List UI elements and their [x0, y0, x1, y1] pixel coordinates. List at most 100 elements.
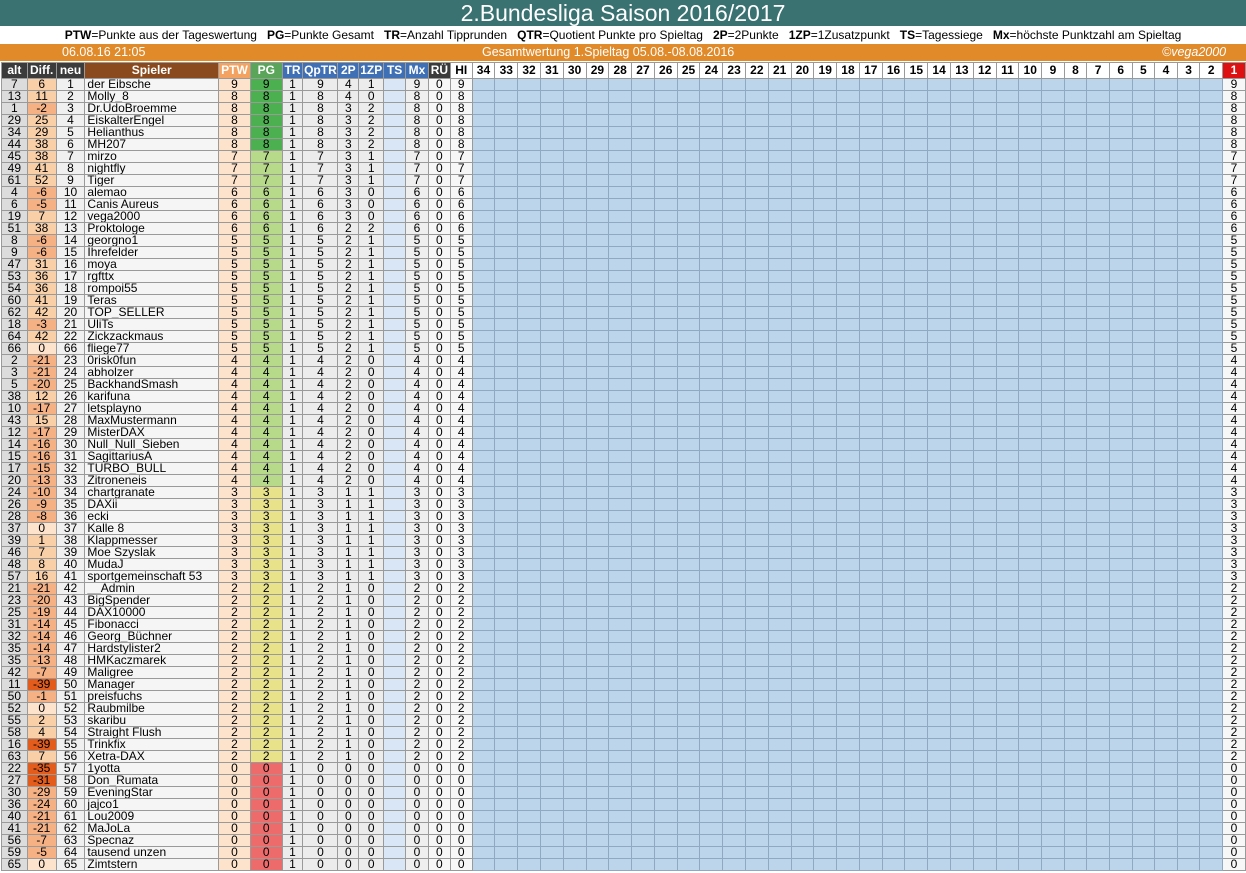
day-points-cell — [471, 810, 496, 823]
two-points-cell: 3 — [337, 198, 360, 211]
column-header-day-10: 10 — [1018, 62, 1043, 79]
day-points-cell — [950, 510, 974, 523]
day-points-cell — [1041, 222, 1065, 235]
day-points-cell — [585, 126, 610, 139]
points-day-cell: 3 — [218, 546, 251, 559]
day-points-cell — [676, 150, 701, 163]
day-points-cell — [858, 774, 883, 787]
day-points-cell — [1176, 438, 1201, 451]
day-points-cell — [927, 762, 951, 775]
rank-old-cell: 60 — [1, 294, 28, 307]
rank-new-cell: 27 — [55, 402, 86, 415]
day-points-cell — [950, 366, 974, 379]
points-total-cell: 6 — [249, 222, 283, 235]
day-points-cell — [585, 426, 610, 439]
day-points-cell — [517, 558, 541, 571]
day-points-cell — [813, 774, 838, 787]
rank-new-cell: 22 — [55, 330, 86, 343]
max-points-cell: 0 — [405, 834, 429, 847]
hi-value-cell: 4 — [449, 414, 473, 427]
day-points-cell — [1041, 318, 1065, 331]
day-points-cell — [1086, 738, 1110, 751]
day-points-cell — [539, 702, 564, 715]
day-points-cell — [471, 438, 496, 451]
day-points-cell — [494, 402, 519, 415]
day-points-cell — [699, 498, 724, 511]
day-points-cell — [1041, 654, 1065, 667]
day-points-cell — [539, 858, 564, 871]
tip-rounds-cell: 1 — [281, 258, 304, 271]
rank-old-cell: 13 — [1, 90, 28, 103]
day-wins-cell — [383, 726, 407, 739]
day-points-cell — [653, 78, 678, 91]
day-points-cell — [790, 834, 815, 847]
day-points-cell — [1041, 186, 1065, 199]
two-points-cell: 1 — [337, 678, 360, 691]
legend-item-ts: TS=Tagessiege — [899, 28, 983, 42]
day-points-cell — [881, 558, 906, 571]
player-name-cell: MisterDAX — [84, 426, 220, 439]
day-points-cell — [1086, 282, 1110, 295]
quotient-cell: 4 — [302, 390, 339, 403]
day-points-cell — [1176, 114, 1201, 127]
day-points-cell — [1041, 666, 1065, 679]
hi-value-cell: 0 — [449, 786, 473, 799]
day-points-cell — [1108, 522, 1133, 535]
day-wins-cell — [383, 738, 407, 751]
max-points-cell: 4 — [405, 378, 429, 391]
rank-old-cell: 8 — [1, 234, 28, 247]
day-points-cell — [471, 690, 496, 703]
ru-value-cell: 0 — [427, 390, 451, 403]
day-points-cell — [1063, 426, 1088, 439]
points-total-cell: 8 — [249, 90, 283, 103]
day-points-cell — [813, 450, 838, 463]
day-points-cell — [813, 402, 838, 415]
day-points-cell — [858, 630, 883, 643]
day-points-cell — [631, 366, 655, 379]
day-points-cell — [1199, 630, 1223, 643]
day-points-cell — [881, 210, 906, 223]
rank-old-cell: 9 — [1, 246, 28, 259]
day-wins-cell — [383, 798, 407, 811]
day-points-cell — [585, 306, 610, 319]
bonus-point-cell: 1 — [358, 510, 385, 523]
day-points-cell — [950, 630, 974, 643]
day-points-cell — [585, 522, 610, 535]
ru-value-cell: 0 — [427, 762, 451, 775]
points-day-cell: 2 — [218, 630, 251, 643]
points-day-cell: 2 — [218, 738, 251, 751]
day-points-cell — [1018, 354, 1043, 367]
day-points-cell — [858, 798, 883, 811]
ru-value-cell: 0 — [427, 426, 451, 439]
player-name-cell: BigSpender — [84, 594, 220, 607]
hi-value-cell: 3 — [449, 522, 473, 535]
max-points-cell: 4 — [405, 402, 429, 415]
day-points-cell — [927, 474, 951, 487]
day-1-points-cell: 2 — [1221, 642, 1246, 655]
day-points-cell — [653, 246, 678, 259]
day-points-cell — [858, 846, 883, 859]
two-points-cell: 1 — [337, 534, 360, 547]
rank-old-cell: 37 — [1, 522, 28, 535]
day-points-cell — [927, 750, 951, 763]
day-points-cell — [608, 534, 633, 547]
day-points-cell — [653, 858, 678, 871]
day-points-cell — [1063, 822, 1088, 835]
day-points-cell — [1041, 558, 1065, 571]
rank-diff-cell: -10 — [26, 486, 57, 499]
day-points-cell — [836, 426, 860, 439]
two-points-cell: 3 — [337, 162, 360, 175]
day-points-cell — [1154, 186, 1178, 199]
day-points-cell — [1176, 858, 1201, 871]
bonus-point-cell: 0 — [358, 378, 385, 391]
day-points-cell — [836, 810, 860, 823]
day-1-points-cell: 2 — [1221, 726, 1246, 739]
day-points-cell — [722, 330, 746, 343]
day-points-cell — [1154, 162, 1178, 175]
day-points-cell — [1018, 714, 1043, 727]
day-points-cell — [1041, 306, 1065, 319]
day-points-cell — [608, 402, 633, 415]
day-points-cell — [517, 690, 541, 703]
day-points-cell — [517, 510, 541, 523]
ru-value-cell: 0 — [427, 318, 451, 331]
